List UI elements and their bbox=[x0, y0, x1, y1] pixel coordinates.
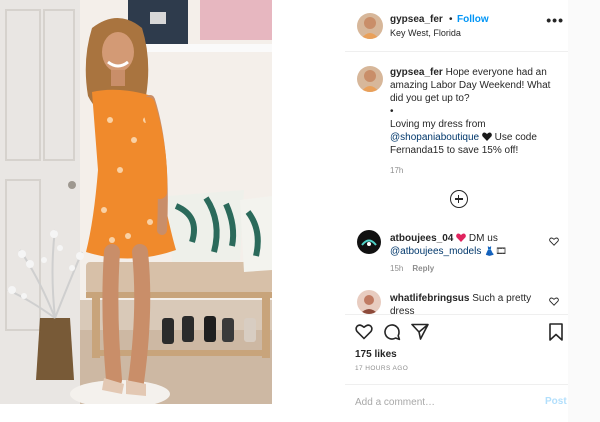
caption-mention-link[interactable]: @shopaniaboutique bbox=[390, 132, 479, 143]
commenter-avatar[interactable] bbox=[357, 230, 381, 254]
comment-username[interactable]: atboujees_04 bbox=[390, 233, 453, 244]
caption-time[interactable]: 17h bbox=[390, 166, 403, 175]
comment-text: atboujees_04 DM us @atboujees_models 👗🎞 bbox=[390, 232, 540, 258]
comment-bubble-icon[interactable] bbox=[383, 323, 401, 341]
caption-username[interactable]: gypsea_fer bbox=[390, 67, 443, 78]
add-comment-bar: Post bbox=[345, 384, 568, 422]
like-comment-icon[interactable] bbox=[549, 237, 559, 246]
black-heart-icon bbox=[482, 132, 492, 141]
instagram-post: gypsea_fer • Follow Key West, Florida ••… bbox=[0, 0, 568, 422]
load-more-comments-icon[interactable] bbox=[450, 190, 468, 208]
comment-username[interactable]: whatlifebringsus bbox=[390, 293, 469, 304]
post-details-panel: gypsea_fer • Follow Key West, Florida ••… bbox=[345, 0, 568, 422]
caption-bullet: • bbox=[390, 106, 394, 117]
author-avatar[interactable] bbox=[357, 13, 383, 39]
caption-line-2: Loving my dress from bbox=[390, 119, 486, 130]
add-comment-input[interactable] bbox=[355, 393, 525, 411]
comment-time[interactable]: 15h bbox=[390, 264, 403, 273]
likes-count[interactable]: 175 likes bbox=[355, 349, 397, 360]
photos-emoji-icon: 🎞 bbox=[495, 246, 507, 256]
follow-button[interactable]: Follow bbox=[457, 14, 489, 25]
comments-list[interactable]: atboujees_04 DM us @atboujees_models 👗🎞 … bbox=[345, 220, 568, 314]
red-heart-icon bbox=[456, 233, 467, 242]
comment-mention-link[interactable]: @atboujees_models bbox=[390, 246, 481, 257]
post-actions: 175 likes 17 HOURS AGO bbox=[345, 314, 568, 384]
save-bookmark-icon[interactable] bbox=[549, 323, 563, 341]
reply-button[interactable]: Reply bbox=[412, 264, 434, 273]
commenter-avatar[interactable] bbox=[357, 290, 381, 314]
author-username[interactable]: gypsea_fer bbox=[390, 14, 443, 25]
post-image[interactable] bbox=[0, 0, 272, 404]
share-send-icon[interactable] bbox=[411, 323, 429, 340]
caption-author-avatar[interactable] bbox=[357, 66, 383, 92]
comment-message: DM us bbox=[466, 233, 498, 244]
post-location[interactable]: Key West, Florida bbox=[390, 28, 461, 38]
more-options-icon[interactable]: ••• bbox=[546, 12, 564, 28]
separator-dot: • bbox=[449, 14, 453, 25]
like-heart-icon[interactable] bbox=[355, 323, 373, 340]
post-comment-button[interactable]: Post bbox=[545, 396, 567, 407]
comment-meta: 15h Reply bbox=[390, 264, 443, 273]
dress-emoji-icon: 👗 bbox=[484, 246, 496, 256]
comment-text: whatlifebringsus Such a pretty dress bbox=[390, 292, 540, 314]
post-header: gypsea_fer • Follow Key West, Florida ••… bbox=[345, 0, 568, 52]
caption-text: gypsea_fer Hope everyone had an amazing … bbox=[390, 66, 562, 157]
post-timestamp[interactable]: 17 HOURS AGO bbox=[355, 365, 408, 372]
like-comment-icon[interactable] bbox=[549, 297, 559, 306]
